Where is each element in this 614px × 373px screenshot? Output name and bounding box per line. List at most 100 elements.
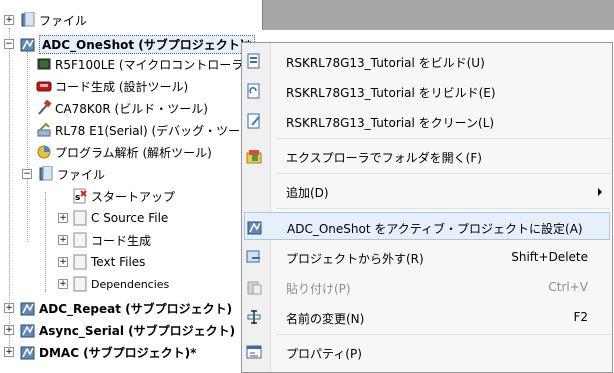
menu-item-shortcut: F2	[573, 310, 588, 324]
menu-separator	[276, 208, 610, 209]
startup-file-icon: s	[72, 188, 88, 204]
tree-item-build-tool[interactable]: CA78K0R (ビルド・ツール)	[36, 98, 208, 118]
menu-item-build[interactable]: RSKRL78G13_Tutorial をビルド(U)	[244, 47, 610, 75]
expand-toggle[interactable]: +	[58, 213, 68, 223]
tree-item-label: C Source File	[91, 211, 169, 225]
menu-item-rebuild[interactable]: RSKRL78G13_Tutorial をリビルド(E)	[244, 77, 610, 105]
expand-toggle[interactable]: +	[4, 15, 14, 25]
build-icon	[246, 53, 262, 69]
tree-item-files[interactable]: − ファイル	[18, 164, 105, 184]
expand-toggle[interactable]: +	[58, 257, 68, 267]
tree-item-c-source[interactable]: + C Source File	[54, 208, 168, 228]
tree-item-async-serial[interactable]: + Async_Serial (サブプロジェクト)	[0, 320, 235, 340]
tree-item-label: Dependencies	[91, 277, 170, 291]
menu-item-remove-from-project[interactable]: プロジェクトから外す(R) Shift+Delete	[244, 243, 610, 271]
tree-item-startup[interactable]: s スタートアップ	[72, 186, 175, 206]
tree-item-code-generator[interactable]: コード生成 (設計ツール)	[36, 76, 188, 96]
code-generator-icon	[36, 78, 52, 94]
tree-item-dmac[interactable]: + DMAC (サブプロジェクト)*	[0, 342, 196, 362]
tree-item-label: コード生成 (設計ツール)	[55, 79, 189, 94]
tree-item-label: ADC_OneShot (サブプロジェクト)*	[39, 34, 255, 54]
subproject-icon	[20, 300, 36, 316]
menu-item-label: 貼り付け(P)	[286, 282, 351, 296]
chip-icon	[36, 56, 52, 72]
tree-item-text-files[interactable]: + Text Files	[54, 252, 145, 272]
tree-item-label: ファイル	[57, 167, 106, 182]
menu-item-label: エクスプローラでフォルダを開く(F)	[286, 151, 482, 165]
menu-item-properties[interactable]: プロパティ(P)	[244, 338, 610, 366]
tree-item-label: スタートアップ	[91, 189, 176, 204]
menu-item-rename[interactable]: 名前の変更(N) F2	[244, 303, 610, 331]
expand-toggle[interactable]: +	[4, 347, 14, 357]
tree-item-analysis-tool[interactable]: プログラム解析 (解析ツール)	[36, 142, 212, 162]
rename-icon	[246, 309, 262, 325]
clean-icon	[246, 113, 262, 129]
menu-separator	[276, 173, 610, 174]
menu-item-label: 名前の変更(N)	[286, 312, 365, 326]
analysis-icon	[36, 144, 52, 160]
editor-background	[262, 0, 614, 30]
tree-item-label: DMAC (サブプロジェクト)*	[39, 345, 197, 360]
expand-toggle[interactable]: +	[4, 325, 14, 335]
menu-item-paste[interactable]: 貼り付け(P) Ctrl+V	[244, 273, 610, 301]
folder-icon	[20, 11, 36, 28]
tree-item-label: Async_Serial (サブプロジェクト)	[39, 323, 236, 338]
tree-item-adc-repeat[interactable]: + ADC_Repeat (サブプロジェクト)	[0, 298, 232, 318]
paste-icon	[246, 279, 262, 295]
tree-item-debug-tool[interactable]: RL78 E1(Serial) (デバッグ・ツール)	[36, 120, 257, 140]
menu-item-set-active-project[interactable]: ADC_OneShot をアクティブ・プロジェクトに設定(A)	[244, 212, 610, 240]
menu-item-label: RSKRL78G13_Tutorial をリビルド(E)	[286, 86, 496, 100]
tree-line	[45, 192, 46, 292]
tree-line	[27, 52, 28, 242]
expand-toggle[interactable]: +	[4, 303, 14, 313]
menu-item-label: プロジェクトから外す(R)	[286, 252, 424, 266]
menu-item-label: 追加(D)	[286, 186, 329, 200]
remove-project-icon	[246, 249, 262, 265]
category-icon	[72, 254, 88, 270]
tree-item-label: CA78K0R (ビルド・ツール)	[55, 101, 208, 116]
menu-item-label: ADC_OneShot をアクティブ・プロジェクトに設定(A)	[287, 222, 583, 236]
tree-item-files-root[interactable]: + ファイル	[0, 10, 87, 30]
hammer-icon	[36, 99, 52, 116]
tree-item-label: R5F100LE (マイクロコントローラ)	[55, 57, 248, 72]
category-icon	[72, 232, 88, 248]
menu-separator	[276, 334, 610, 335]
tree-item-label: RL78 E1(Serial) (デバッグ・ツール)	[55, 123, 257, 138]
tree-item-label: Text Files	[91, 255, 146, 269]
context-menu: RSKRL78G13_Tutorial をビルド(U) RSKRL78G13_T…	[241, 42, 613, 373]
expand-toggle[interactable]: +	[58, 235, 68, 245]
menu-item-clean[interactable]: RSKRL78G13_Tutorial をクリーン(L)	[244, 107, 610, 135]
tree-item-label: コード生成	[91, 233, 152, 248]
rebuild-icon	[246, 83, 262, 99]
tree-item-adc-oneshot[interactable]: − ADC_OneShot (サブプロジェクト)*	[0, 34, 255, 54]
menu-item-add[interactable]: 追加(D)	[244, 177, 610, 205]
tree-item-microcontroller[interactable]: R5F100LE (マイクロコントローラ)	[36, 54, 248, 74]
folder-icon	[38, 165, 54, 182]
debug-tool-icon	[36, 122, 52, 138]
tree-item-code-gen-folder[interactable]: + コード生成	[54, 230, 151, 250]
category-icon	[72, 210, 88, 226]
set-active-project-icon	[247, 219, 263, 235]
collapse-toggle[interactable]: −	[4, 39, 14, 49]
tree-item-label: ADC_Repeat (サブプロジェクト)	[39, 301, 233, 316]
menu-item-label: RSKRL78G13_Tutorial をビルド(U)	[286, 56, 485, 70]
project-tree: + ファイル − ADC_OneShot (サブプロジェクト)* R5F100L…	[0, 0, 262, 373]
explorer-folder-icon	[246, 148, 262, 164]
tree-item-label: プログラム解析 (解析ツール)	[55, 145, 212, 160]
properties-icon	[246, 344, 262, 360]
subproject-icon	[20, 322, 36, 338]
submenu-arrow-icon	[598, 188, 602, 196]
category-icon	[72, 276, 88, 292]
expand-toggle[interactable]: +	[58, 279, 68, 289]
subproject-icon	[20, 344, 36, 360]
tree-item-dependencies[interactable]: + Dependencies	[54, 274, 169, 294]
menu-item-shortcut: Ctrl+V	[548, 280, 588, 294]
menu-item-label: プロパティ(P)	[286, 347, 362, 361]
menu-item-shortcut: Shift+Delete	[511, 250, 588, 264]
subproject-icon	[20, 36, 36, 52]
menu-item-open-explorer[interactable]: エクスプローラでフォルダを開く(F)	[244, 142, 610, 170]
menu-item-label: RSKRL78G13_Tutorial をクリーン(L)	[286, 116, 495, 130]
tree-item-label: ファイル	[39, 13, 88, 28]
menu-separator	[276, 138, 610, 139]
collapse-toggle[interactable]: −	[22, 169, 32, 179]
